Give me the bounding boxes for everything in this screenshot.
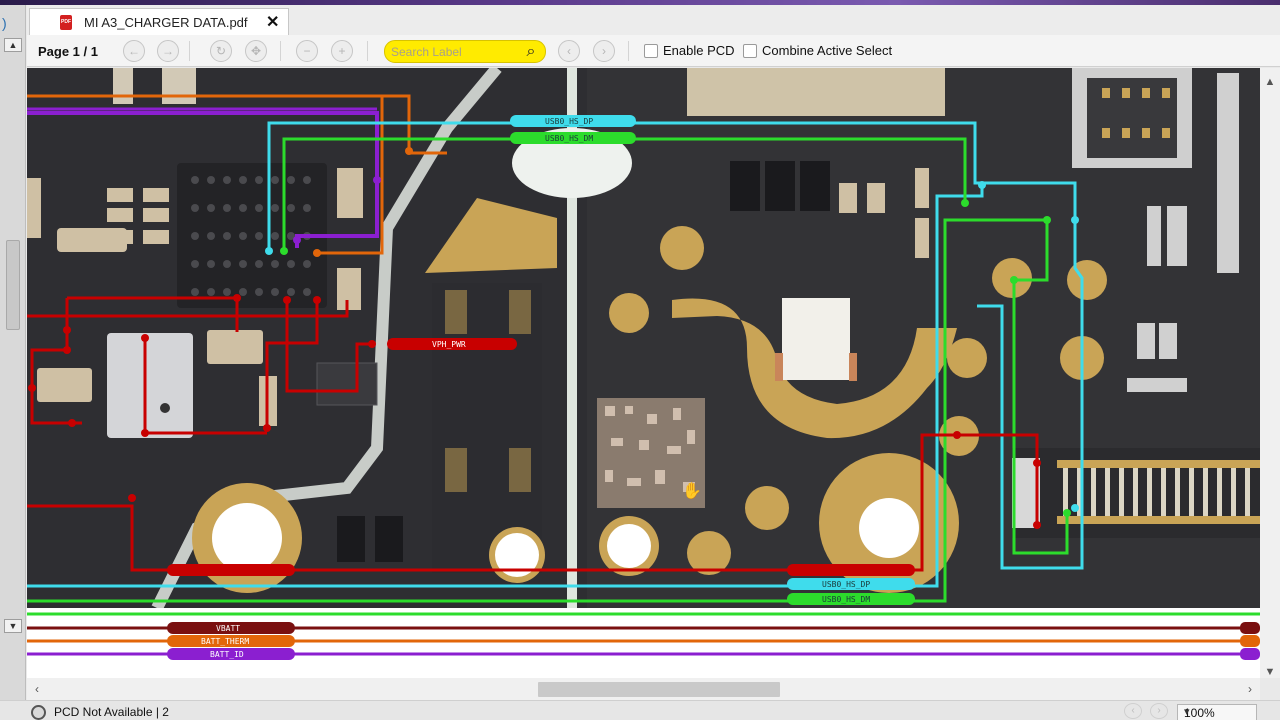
left-panel-rail: ) ▲ ▼ [0, 5, 26, 700]
page-indicator: Page 1 / 1 [38, 44, 98, 59]
net-pill-vbus-right[interactable] [787, 564, 915, 576]
status-prev-button[interactable]: ‹ [1124, 703, 1142, 719]
wifi-icon: ) [2, 15, 7, 31]
tab-document[interactable]: PDF MI A3_CHARGER DATA.pdf ✕ [29, 8, 289, 35]
zoom-select[interactable]: 100% ▾ [1177, 704, 1257, 720]
net-label-usb-dm: USB0_HS_DM [545, 134, 593, 143]
enable-pcd-checkbox[interactable] [644, 44, 658, 58]
scroll-left-icon[interactable]: ‹ [30, 682, 44, 696]
tab-bar: PDF MI A3_CHARGER DATA.pdf ✕ [27, 5, 1280, 35]
search-next-button[interactable]: › [593, 40, 615, 62]
status-text: PCD Not Available | 2 [54, 705, 169, 719]
toolbar-separator [280, 41, 281, 61]
net-label-usb-dm-bottom: USB0_HS_DM [822, 595, 870, 604]
horizontal-scroll-thumb[interactable] [538, 682, 780, 697]
vertical-scrollbar[interactable]: ▲ ▼ [1260, 68, 1280, 678]
zoom-in-icon[interactable]: + [331, 40, 353, 62]
zoom-out-icon[interactable]: − [296, 40, 318, 62]
battery-nets-drawing: VBATT BATT_THERM BATT_ID [27, 612, 1260, 660]
next-page-button[interactable]: → [157, 40, 179, 62]
scroll-down-icon[interactable]: ▼ [1263, 666, 1277, 678]
close-tab-icon[interactable]: ✕ [266, 12, 279, 32]
hand-cursor-icon: ✋ [682, 481, 702, 500]
document-viewport[interactable]: USB0_HS_DP USB0_HS_DM VPH_PWR USB0_HS_DP… [27, 68, 1260, 678]
toolbar-separator [367, 41, 368, 61]
rotate-icon[interactable]: ↻ [210, 40, 232, 62]
toolbar-separator [628, 41, 629, 61]
pcd-status-icon [31, 705, 46, 720]
prev-page-button[interactable]: ← [123, 40, 145, 62]
combine-active-select-label: Combine Active Select [762, 43, 893, 58]
pan-icon[interactable]: ✥ [245, 40, 267, 62]
search-prev-button[interactable]: ‹ [558, 40, 580, 62]
net-label-batt-id: BATT_ID [210, 650, 244, 659]
net-label-usb-dp-bottom: USB0_HS_DP [822, 580, 870, 589]
combine-active-select-checkbox[interactable] [743, 44, 757, 58]
net-pill-vbus[interactable] [167, 564, 295, 576]
tab-title: MI A3_CHARGER DATA.pdf [84, 15, 248, 30]
net-label-usb-dp: USB0_HS_DP [545, 117, 593, 126]
pcb-board-drawing: USB0_HS_DP USB0_HS_DM VPH_PWR USB0_HS_DP… [27, 68, 1260, 608]
enable-pcd-label: Enable PCD [663, 43, 735, 58]
toolbar-separator [189, 41, 190, 61]
status-bar: PCD Not Available | 2 ‹ › 100% ▾ [0, 700, 1280, 720]
search-box: ⌕ [384, 40, 546, 63]
app-window: ) ▲ ▼ PDF MI A3_CHARGER DATA.pdf ✕ Page … [0, 0, 1280, 720]
search-icon[interactable]: ⌕ [521, 42, 541, 62]
board-margin: VBATT BATT_THERM BATT_ID [27, 608, 1260, 678]
horizontal-scrollbar[interactable]: ‹ › [27, 678, 1260, 700]
net-label-batt-therm: BATT_THERM [201, 637, 249, 646]
scroll-up-icon[interactable]: ▲ [1263, 76, 1277, 88]
scroll-down-icon[interactable]: ▼ [4, 619, 22, 633]
chevron-down-icon: ▾ [1184, 706, 1190, 718]
toolbar: Page 1 / 1 ← → ↻ ✥ − + ⌕ ‹ › Enable PCD … [27, 35, 1280, 67]
left-scroll-thumb[interactable] [6, 240, 20, 330]
net-label-vph-pwr: VPH_PWR [432, 340, 466, 349]
scroll-up-icon[interactable]: ▲ [4, 38, 22, 52]
pcb-board-image: USB0_HS_DP USB0_HS_DM VPH_PWR USB0_HS_DP… [27, 68, 1260, 608]
status-next-button[interactable]: › [1150, 703, 1168, 719]
scroll-right-icon[interactable]: › [1243, 682, 1257, 696]
search-label-input[interactable] [391, 44, 519, 60]
pdf-icon: PDF [60, 15, 72, 30]
net-label-vbatt: VBATT [216, 624, 240, 633]
